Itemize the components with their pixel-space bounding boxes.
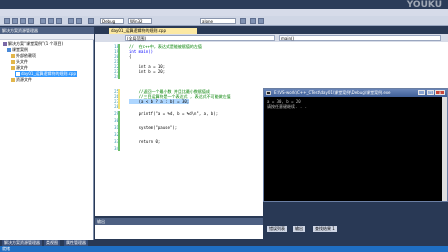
find-icon[interactable] — [240, 18, 246, 24]
folder-icon — [11, 54, 15, 58]
line-number: 29 — [114, 111, 119, 116]
solution-explorer: 解决方案资源管理器 解决方案“课堂案例”(1 个项目) 课堂案例 外部依赖项 头… — [0, 27, 94, 240]
save-icon[interactable] — [20, 18, 26, 24]
undo-icon[interactable] — [68, 18, 74, 24]
close-button[interactable]: x — [435, 90, 445, 95]
line-number: 32 — [114, 132, 119, 137]
code-line-selected: (a < b ? a : b) = 30; — [129, 99, 190, 104]
project-icon — [7, 48, 11, 52]
paste-icon[interactable] — [56, 18, 62, 24]
code-line: system("pause"); — [129, 125, 178, 130]
navigation-bar: (全局范围) main() — [95, 34, 448, 42]
copy-icon[interactable] — [48, 18, 54, 24]
function-combo[interactable]: main() — [279, 35, 441, 41]
maximize-button[interactable]: □ — [427, 90, 434, 95]
toolbar: Debug Win32 alone — [0, 16, 448, 26]
console-output-line: 请按任意键继续. . . — [267, 104, 308, 109]
console-scrollbar[interactable] — [442, 97, 447, 201]
new-file-icon[interactable] — [4, 18, 10, 24]
code-line: { — [129, 54, 132, 59]
line-number: 31 — [114, 125, 119, 130]
save-all-icon[interactable] — [28, 18, 34, 24]
editor-tab-bar: day01_运算逻辑符的规则.cpp — [95, 27, 448, 34]
line-number: 33 — [114, 139, 119, 144]
cut-icon[interactable] — [40, 18, 46, 24]
tab-output[interactable]: 输出 — [293, 226, 305, 232]
folder-icon — [11, 78, 15, 82]
line-number: 30 — [114, 118, 119, 123]
line-number: 28 — [114, 104, 119, 109]
folder-icon — [11, 66, 15, 70]
tab-find-results[interactable]: 查找结果 1 — [313, 226, 337, 232]
platform-combo[interactable]: Win32 — [128, 18, 152, 24]
code-line: int b = 20; — [129, 69, 166, 74]
solution-explorer-icon[interactable] — [250, 18, 256, 24]
solution-explorer-title: 解决方案资源管理器 — [0, 27, 94, 34]
start-debug-icon[interactable] — [88, 18, 94, 24]
status-bar: 就绪 — [0, 246, 448, 252]
output-panel[interactable] — [95, 225, 263, 239]
code-line: return 0; — [129, 139, 161, 144]
open-file-icon[interactable] — [12, 18, 18, 24]
line-number-gutter: 18 19 20 21 22 23 24 25 26 27 28 29 30 3… — [95, 42, 122, 216]
redo-icon[interactable] — [76, 18, 82, 24]
cpp-file-icon — [16, 72, 20, 76]
change-marker — [118, 44, 120, 79]
config-combo[interactable]: Debug — [100, 18, 124, 24]
solution-icon — [3, 42, 7, 46]
find-combo[interactable]: alone — [200, 18, 236, 24]
change-marker — [118, 89, 120, 109]
menu-bar — [0, 9, 448, 16]
folder-icon — [11, 60, 15, 64]
code-line: printf("a = %d, b = %d\n", a, b); — [129, 111, 219, 116]
solution-explorer-toolbar — [0, 34, 94, 40]
console-app-icon — [266, 91, 271, 95]
line-number: 34 — [114, 146, 119, 151]
tree-item-resource-files[interactable]: 资源文件 — [11, 77, 32, 83]
change-marker — [118, 111, 120, 151]
scope-combo[interactable]: (全局范围) — [125, 35, 275, 41]
tab-error-list[interactable]: 错误列表 — [267, 226, 287, 232]
output-panel-title: 输出 — [95, 218, 263, 225]
line-number: 24 — [114, 74, 119, 79]
panel-tabs: 错误列表 输出 查找结果 1 — [263, 202, 448, 240]
console-window[interactable]: E:\VS-work\C++_CTest\day01\课堂案例\Debug\课堂… — [263, 88, 448, 202]
minimize-button[interactable]: _ — [418, 90, 425, 95]
code-line: int main() — [129, 49, 154, 54]
properties-icon[interactable] — [258, 18, 264, 24]
title-bar — [0, 0, 448, 9]
